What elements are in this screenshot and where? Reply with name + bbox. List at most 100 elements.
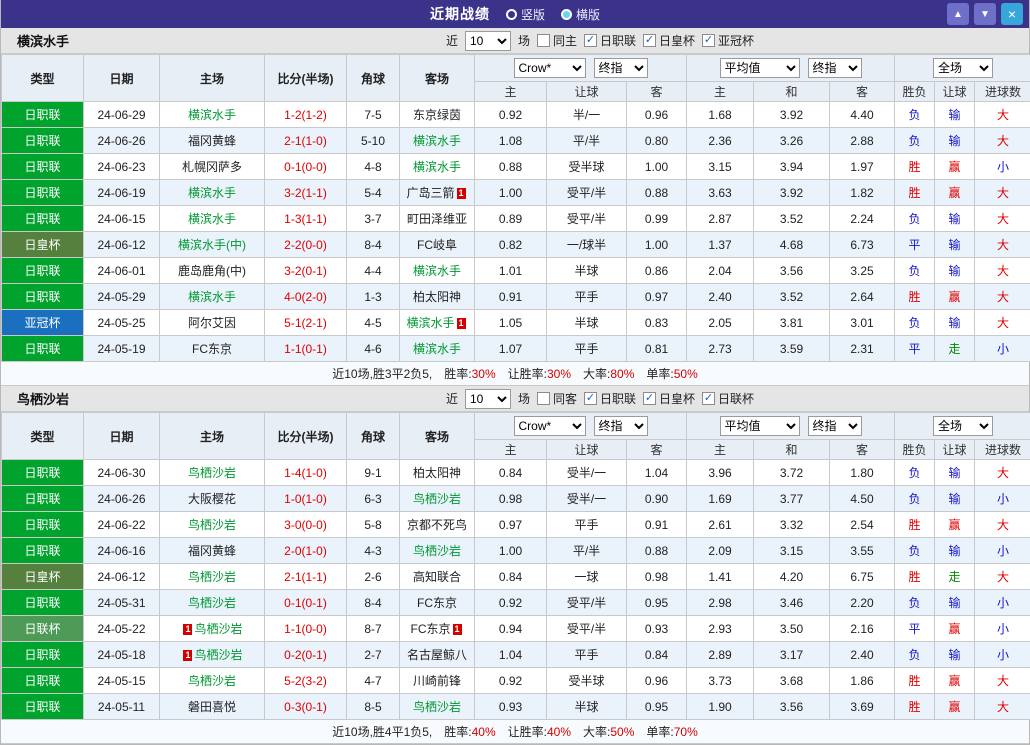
summary-row: 近10场,胜3平2负5, 胜率:30% 让胜率:30% 大率:80% 单率:50% <box>1 362 1029 386</box>
column-header: 日期 <box>83 412 160 460</box>
league-filter-checkbox[interactable]: ✓ 日联杯 <box>702 390 754 407</box>
euro-odds-draw: 3.26 <box>753 127 831 154</box>
euro-odds-draw: 3.56 <box>753 257 831 284</box>
euro-odds-away: 2.16 <box>829 615 896 642</box>
result-handicap: 赢 <box>934 179 976 206</box>
bookmaker-select[interactable]: Crow* <box>513 416 586 436</box>
away-team: FC东京 <box>399 589 475 616</box>
match-count-select[interactable]: 10 <box>464 30 511 51</box>
checkbox-checked-icon: ✓ <box>702 34 716 47</box>
result-win-draw-loss: 负 <box>894 127 936 154</box>
asian-odds-home: 0.98 <box>474 485 547 512</box>
bookmaker-select[interactable]: Crow* <box>513 58 586 78</box>
corner-count: 2-6 <box>346 563 400 590</box>
match-count-select[interactable]: 10 <box>464 388 511 409</box>
away-team: 横滨水手 <box>399 127 475 154</box>
scroll-up-button[interactable]: ▲ <box>947 3 969 25</box>
match-date: 24-05-19 <box>83 335 160 362</box>
checkbox-checked-icon: ✓ <box>584 34 597 47</box>
radio-unselected-icon <box>505 8 517 20</box>
euro-odds-draw: 3.32 <box>753 511 831 538</box>
result-win-draw-loss: 胜 <box>894 563 936 590</box>
match-date: 24-06-30 <box>83 459 160 486</box>
asian-stage-select[interactable]: 终指 <box>593 58 648 78</box>
result-handicap: 输 <box>934 459 976 486</box>
stat-value: 30% <box>471 367 496 381</box>
match-row: 日职联 24-05-15 鸟栖沙岩 5-2(3-2) 4-7 川崎前锋 0.92 受半球 0.9… <box>1 667 1030 694</box>
euro-odds-away: 2.54 <box>829 511 896 538</box>
scroll-down-button[interactable]: ▼ <box>974 3 996 25</box>
euro-odds-away: 2.64 <box>829 283 896 310</box>
result-handicap: 输 <box>934 205 976 232</box>
close-button[interactable]: × <box>1001 3 1023 25</box>
stat-value: 30% <box>546 367 572 381</box>
stat: 单率:50% <box>646 365 697 382</box>
league-filter-checkbox[interactable]: ✓ 日职联 <box>584 32 636 49</box>
euro-stage-select[interactable]: 终指 <box>807 58 862 78</box>
away-team: 柏太阳神 <box>399 459 475 486</box>
home-team-name: 横滨水手 <box>187 186 236 200</box>
league-filter-checkbox[interactable]: ✓ 日职联 <box>584 390 636 407</box>
column-header: 客场 <box>399 412 475 460</box>
stat-label: 让胜率: <box>507 725 547 739</box>
column-header: 角球 <box>346 54 400 102</box>
league-filter-checkbox[interactable]: ✓ 日皇杯 <box>643 390 695 407</box>
result-handicap: 赢 <box>934 511 976 538</box>
asian-handicap: 平/半 <box>546 537 627 564</box>
euro-odds-home: 3.15 <box>686 153 755 180</box>
euro-odds-away: 6.75 <box>829 563 896 590</box>
away-team: FC东京 1 <box>399 615 475 642</box>
home-team-name: 磐田喜悦 <box>187 700 236 714</box>
away-team: 横滨水手 <box>399 335 475 362</box>
league-filter-checkbox-label: 日皇杯 <box>659 34 696 48</box>
same-venue-checkbox[interactable]: 同客 <box>536 390 577 407</box>
result-win-draw-loss: 负 <box>894 485 936 512</box>
average-select[interactable]: 平均值 <box>719 416 800 436</box>
home-team-name: 鸟栖沙岩 <box>187 466 236 480</box>
euro-odds-draw: 3.46 <box>753 589 831 616</box>
asian-stage-select[interactable]: 终指 <box>593 416 648 436</box>
match-row: 日职联 24-06-26 大阪樱花 1-0(1-0) 6-3 鸟栖沙岩 0.98 受半/一 0.… <box>1 485 1030 512</box>
stat-label: 胜率: <box>444 725 472 739</box>
asian-handicap: 受半球 <box>546 153 627 180</box>
scope-select[interactable]: 全场 <box>933 58 994 78</box>
euro-odds-group-header: 平均值 终指 <box>686 54 896 82</box>
away-team-name: 柏太阳神 <box>412 466 461 480</box>
asian-handicap: 一球 <box>546 563 627 590</box>
league-badge: 亚冠杯 <box>1 309 84 336</box>
radio-horizontal-layout[interactable]: 横版 <box>561 6 600 23</box>
league-badge: 日职联 <box>1 511 84 538</box>
league-filter-checkbox[interactable]: ✓ 日皇杯 <box>643 32 695 49</box>
corner-count: 8-7 <box>346 615 400 642</box>
average-select[interactable]: 平均值 <box>719 58 800 78</box>
column-header: 日期 <box>83 54 160 102</box>
league-filter-checkbox[interactable]: ✓ 亚冠杯 <box>702 32 754 49</box>
euro-odds-draw: 3.92 <box>753 101 831 128</box>
asian-handicap: 半/一 <box>546 101 627 128</box>
column-header: 客场 <box>399 54 475 102</box>
radio-vertical-layout[interactable]: 竖版 <box>505 6 545 23</box>
euro-stage-select[interactable]: 终指 <box>807 416 862 436</box>
result-win-draw-loss: 胜 <box>894 693 936 720</box>
asian-odds-home: 0.94 <box>474 615 547 642</box>
checkbox-unchecked-icon <box>536 34 550 47</box>
result-goals: 大 <box>974 309 1030 336</box>
euro-odds-away: 1.82 <box>829 179 896 206</box>
sections-container: 横滨水手近 10 场同主 ✓ 日职联 ✓ 日皇杯 ✓ 亚冠杯 类型 日期 主场 比分(半场) 角球 客场 Cr… <box>1 28 1030 744</box>
stat: 胜率:30% <box>444 365 495 382</box>
euro-odds-away: 3.55 <box>829 537 896 564</box>
checkbox-unchecked-icon <box>536 392 550 405</box>
euro-odds-home: 2.61 <box>686 511 755 538</box>
same-venue-checkbox[interactable]: 同主 <box>536 32 577 49</box>
sub-column-header: 客 <box>625 81 688 102</box>
scope-select[interactable]: 全场 <box>933 416 994 436</box>
radio-selected-icon <box>561 8 572 20</box>
league-badge: 日职联 <box>1 101 84 128</box>
results-table: 类型 日期 主场 比分(半场) 角球 客场 Crow* 终指 平均值 终指 全场主让球客主和客胜负让… <box>1 54 1030 362</box>
euro-odds-draw: 3.56 <box>753 693 831 720</box>
euro-odds-away: 2.31 <box>829 335 896 362</box>
sub-column-header: 进球数 <box>974 439 1030 460</box>
euro-odds-draw: 4.68 <box>753 231 831 258</box>
record-text: 近10场,胜4平1负5, <box>332 725 433 739</box>
euro-odds-home: 1.69 <box>686 485 755 512</box>
